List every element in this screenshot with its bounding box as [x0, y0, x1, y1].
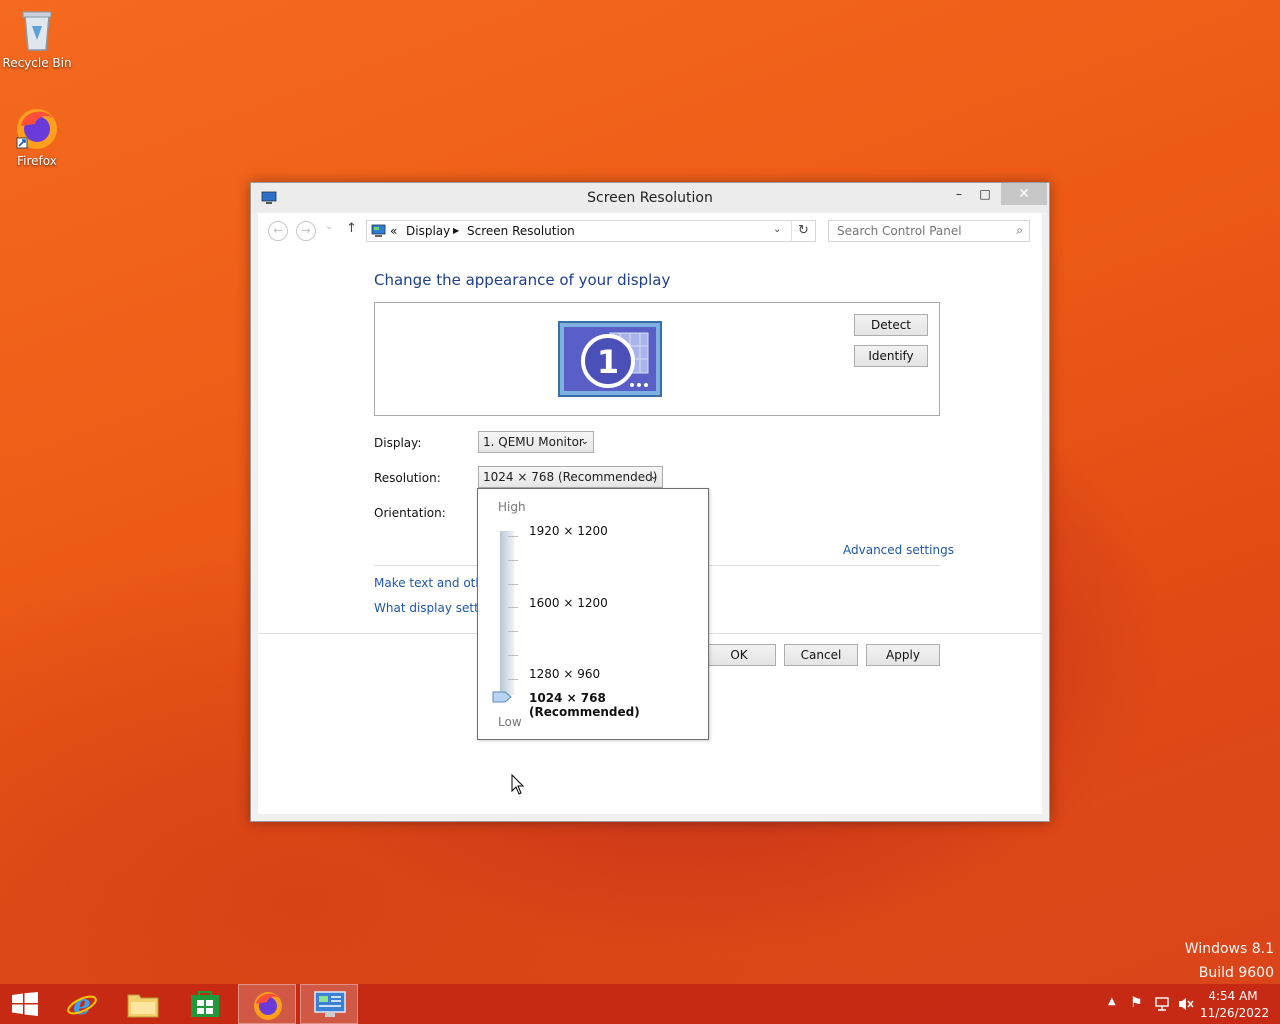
store-icon	[191, 991, 219, 1017]
ok-button[interactable]: OK	[702, 644, 776, 666]
windows-logo-icon	[12, 992, 38, 1016]
resolution-option[interactable]: 1280 × 960	[529, 667, 600, 681]
advanced-settings-link[interactable]: Advanced settings	[843, 543, 954, 557]
chevron-down-icon: ⌄	[580, 436, 589, 447]
speaker-icon	[1179, 998, 1194, 1010]
taskbar-firefox[interactable]	[238, 984, 296, 1024]
back-button[interactable]: ←	[268, 221, 288, 241]
slider-tick	[508, 655, 518, 656]
desktop-icon-recycle-bin[interactable]: Recycle Bin	[0, 6, 74, 70]
window-title: Screen Resolution	[587, 190, 713, 206]
start-button[interactable]	[0, 984, 50, 1024]
search-input[interactable]	[837, 221, 1007, 241]
chevron-down-icon: ⌄	[325, 221, 334, 232]
taskbar-control-panel[interactable]	[300, 984, 358, 1024]
detect-button[interactable]: Detect	[854, 314, 928, 336]
title-bar[interactable]: Screen Resolution – □ ✕	[251, 183, 1049, 213]
maximize-button[interactable]: □	[973, 183, 997, 205]
taskbar-store[interactable]	[176, 984, 234, 1024]
clock-date: 11/26/2022	[1200, 1006, 1270, 1020]
resolution-option[interactable]: 1920 × 1200	[529, 524, 608, 538]
slider-thumb[interactable]	[492, 691, 512, 703]
chevron-down-icon: ⌄	[649, 471, 658, 482]
refresh-icon: ↻	[798, 223, 809, 238]
recycle-bin-icon	[22, 11, 52, 51]
internet-explorer-icon: e	[67, 988, 97, 1020]
control-panel-icon	[314, 991, 346, 1017]
low-label: Low	[498, 715, 522, 729]
resolution-option-selected[interactable]: 1024 × 768 (Recommended)	[529, 691, 708, 719]
taskbar: e ▲ ⚑ 4:54 AM 11/26/2022	[0, 984, 1280, 1024]
resolution-label: Resolution:	[374, 471, 441, 485]
network-icon-graphic	[1155, 997, 1169, 1011]
slider-tick	[508, 584, 518, 585]
action-center-icon[interactable]: ⚑	[1130, 995, 1143, 1024]
slider-tick	[508, 679, 518, 680]
taskbar-internet-explorer[interactable]: e	[54, 984, 112, 1024]
recent-locations-button[interactable]: ⌄	[325, 221, 333, 232]
orientation-label: Orientation:	[374, 506, 446, 520]
display-select-value: 1. QEMU Monitor	[483, 435, 584, 449]
address-bar[interactable]: « Display ▶ Screen Resolution ⌄	[366, 220, 816, 242]
breadcrumb-display[interactable]: Display	[406, 224, 450, 238]
breadcrumb-screen-resolution[interactable]: Screen Resolution	[467, 224, 575, 238]
address-dropdown-button[interactable]: ⌄	[773, 224, 781, 235]
resolution-select[interactable]: 1024 × 768 (Recommended) ⌄	[478, 466, 663, 488]
network-icon[interactable]	[1154, 996, 1170, 1024]
folder-icon	[127, 994, 159, 1018]
monitor-preview-box: 1 Detect Identify	[374, 302, 940, 416]
desktop-icon-label: Recycle Bin	[2, 56, 72, 70]
clock-time: 4:54 AM	[1208, 989, 1258, 1003]
firefox-icon	[254, 992, 282, 1020]
slider-tick	[508, 631, 518, 632]
display-label: Display:	[374, 436, 422, 450]
resolution-dropdown: High 1920 × 1200 1600 × 1200 1280 × 960 …	[477, 488, 709, 740]
show-hidden-icons-button[interactable]: ▲	[1108, 996, 1116, 1024]
chevron-up-icon: ▲	[1108, 996, 1116, 1007]
firefox-icon	[16, 109, 57, 149]
back-arrow-icon: ←	[273, 224, 283, 237]
slider-tick	[508, 536, 518, 537]
search-box[interactable]: ⌕	[828, 220, 1030, 242]
search-icon[interactable]: ⌕	[1016, 223, 1023, 238]
apply-button[interactable]: Apply	[866, 644, 940, 666]
taskbar-file-explorer[interactable]	[114, 984, 172, 1024]
monitor-number: 1	[597, 343, 619, 381]
identify-button[interactable]: Identify	[854, 345, 928, 367]
breadcrumb-prefix[interactable]: «	[390, 224, 397, 238]
high-label: High	[498, 500, 526, 514]
minimize-button[interactable]: –	[947, 183, 971, 205]
forward-arrow-icon: →	[301, 224, 311, 237]
page-heading: Change the appearance of your display	[374, 271, 671, 289]
svg-text:e: e	[73, 988, 91, 1020]
desktop-icon-firefox[interactable]: Firefox	[0, 104, 74, 168]
volume-muted-icon[interactable]	[1178, 996, 1194, 1024]
slider-tick	[508, 607, 518, 608]
refresh-button[interactable]: ↻	[791, 220, 815, 242]
desktop-icon-label: Firefox	[17, 154, 57, 168]
control-panel-icon	[371, 224, 386, 237]
cancel-button[interactable]: Cancel	[784, 644, 858, 666]
chevron-down-icon: ⌄	[773, 224, 782, 235]
navigation-bar: ← → ⌄ ↑ « Display ▶ Screen Resolution ⌄ …	[258, 213, 1042, 249]
windows-version-watermark: Windows 8.1	[1184, 941, 1274, 957]
monitor-icon[interactable]: 1	[558, 321, 662, 397]
close-button[interactable]: ✕	[1001, 183, 1047, 205]
up-arrow-icon: ↑	[346, 221, 357, 236]
resolution-select-value: 1024 × 768 (Recommended)	[483, 470, 658, 484]
resolution-option[interactable]: 1600 × 1200	[529, 596, 608, 610]
slider-tick	[508, 560, 518, 561]
resolution-slider-track[interactable]	[500, 531, 514, 695]
up-button[interactable]: ↑	[346, 221, 357, 236]
mouse-cursor-icon	[511, 774, 525, 795]
forward-button[interactable]: →	[296, 221, 316, 241]
system-clock[interactable]: 4:54 AM 11/26/2022	[1200, 988, 1270, 1022]
display-select[interactable]: 1. QEMU Monitor ⌄	[478, 431, 594, 453]
windows-build-watermark: Build 9600	[1198, 965, 1274, 981]
breadcrumb-separator-icon: ▶	[453, 226, 460, 235]
